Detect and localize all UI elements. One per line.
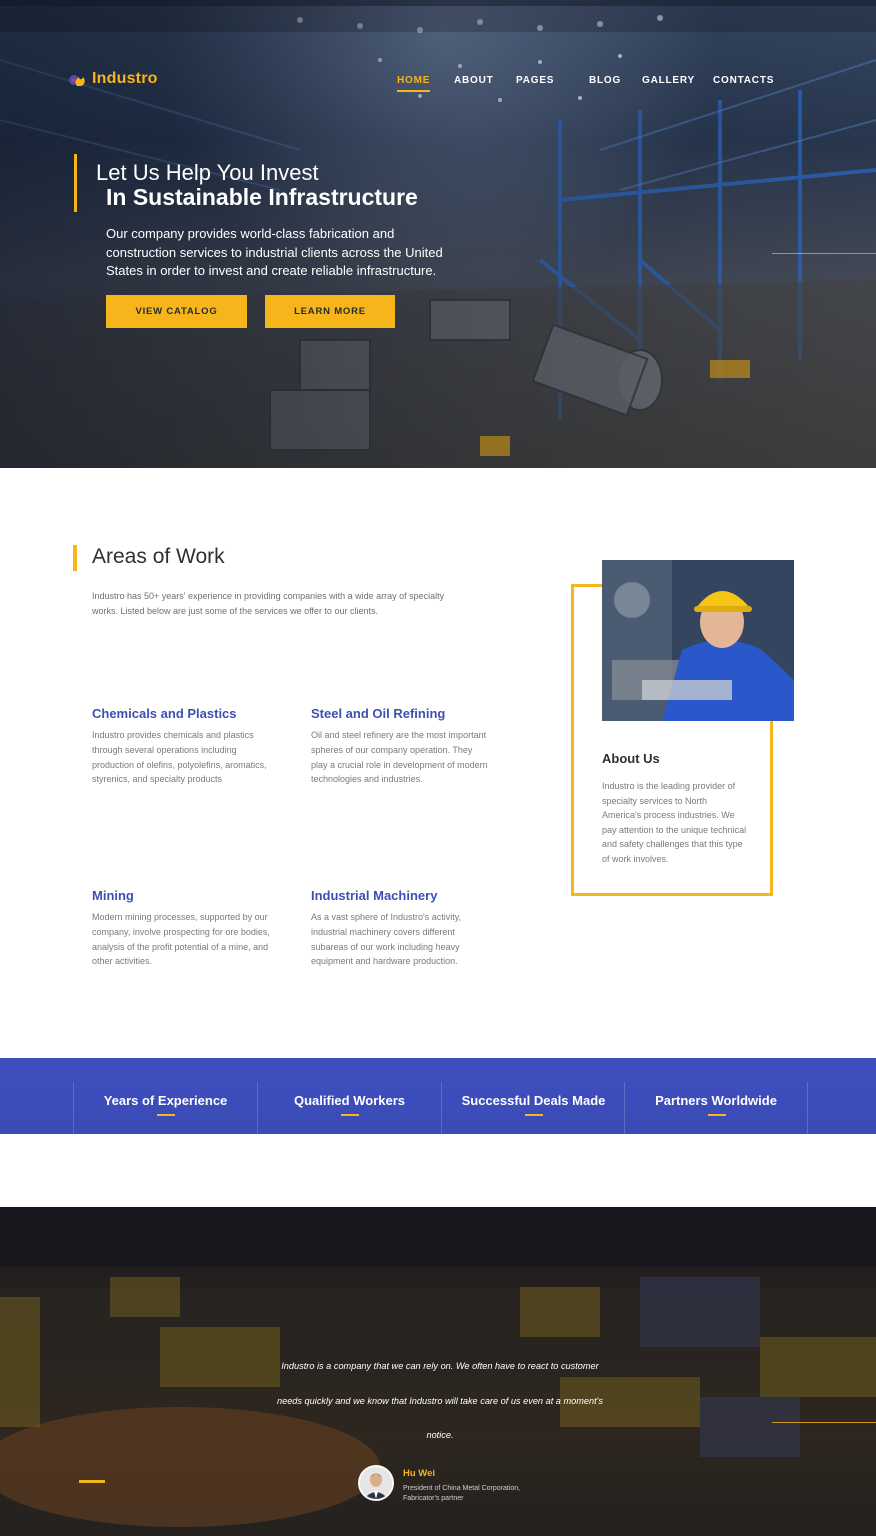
testimonial-decor-line	[772, 1422, 876, 1423]
stat-label: Successful Deals Made	[461, 1093, 606, 1108]
service-machinery: Industrial Machinery As a vast sphere of…	[311, 888, 491, 969]
about-title: About Us	[602, 751, 660, 766]
service-text: Oil and steel refinery are the most impo…	[311, 730, 488, 785]
service-text: As a vast sphere of Industro's activity,…	[311, 912, 462, 967]
service-text: Modern mining processes, supported by ou…	[92, 912, 270, 967]
hero-title-light: Let Us Help You Invest	[96, 160, 319, 185]
stat-accent-bar	[341, 1114, 359, 1116]
areas-title: Areas of Work	[92, 545, 225, 568]
service-title[interactable]: Mining	[92, 888, 272, 903]
stat-label: Years of Experience	[103, 1093, 228, 1108]
nav-active-indicator	[397, 90, 431, 92]
testimonial-section: Industro is a company that we can rely o…	[0, 1207, 876, 1536]
stat-label: Partners Worldwide	[655, 1093, 777, 1108]
nav-home[interactable]: HOME	[397, 75, 431, 92]
hero-description: Our company provides world-class fabrica…	[106, 226, 443, 278]
stats-band: Years of Experience Qualified Workers Su…	[0, 1058, 876, 1134]
author-name: Hu Wei	[403, 1468, 436, 1479]
areas-intro: Industro has 50+ years' experience in pr…	[92, 591, 445, 616]
nav-pages[interactable]: PAGES	[516, 75, 554, 86]
service-chemicals: Chemicals and Plastics Industro provides…	[92, 706, 272, 787]
nav-home-label: HOME	[397, 75, 431, 86]
stat-label: Qualified Workers	[293, 1093, 405, 1108]
hero-decor-line	[772, 253, 876, 254]
nav-gallery[interactable]: GALLERY	[642, 75, 695, 86]
top-strip	[0, 0, 876, 32]
learn-more-button[interactable]: LEARN MORE	[265, 295, 395, 328]
service-title[interactable]: Chemicals and Plastics	[92, 706, 272, 721]
nav-about[interactable]: ABOUT	[454, 75, 494, 86]
stat-workers: Qualified Workers	[257, 1082, 441, 1134]
worker-photo	[602, 560, 794, 721]
testimonial-quote: Industro is a company that we can rely o…	[276, 1361, 604, 1440]
stat-accent-bar	[708, 1114, 726, 1116]
service-title[interactable]: Industrial Machinery	[311, 888, 491, 903]
stat-years: Years of Experience	[73, 1082, 257, 1134]
hero-accent-bar	[74, 154, 77, 212]
hero-section: Industro HOME ABOUT PAGES BLOG GALLERY C…	[0, 0, 876, 468]
stat-accent-bar	[525, 1114, 543, 1116]
areas-accent-bar	[73, 545, 77, 571]
nav-contacts[interactable]: CONTACTS	[713, 75, 774, 86]
nav-blog[interactable]: BLOG	[589, 75, 621, 86]
stat-accent-bar	[157, 1114, 175, 1116]
view-catalog-button[interactable]: VIEW CATALOG	[106, 295, 247, 328]
hero-title-bold: In Sustainable Infrastructure	[106, 184, 418, 210]
service-steel-oil: Steel and Oil Refining Oil and steel ref…	[311, 706, 491, 787]
service-title[interactable]: Steel and Oil Refining	[311, 706, 491, 721]
main-nav: HOME ABOUT PAGES BLOG GALLERY CONTACTS	[0, 75, 876, 95]
service-mining: Mining Modern mining processes, supporte…	[92, 888, 272, 969]
author-role: President of China Metal Corporation, Fa…	[403, 1485, 521, 1502]
stat-partners: Partners Worldwide	[624, 1082, 808, 1134]
service-text: Industro provides chemicals and plastics…	[92, 730, 267, 785]
stat-deals: Successful Deals Made	[441, 1082, 625, 1134]
about-text: Industro is the leading provider of spec…	[602, 781, 747, 864]
testimonial-accent-bar	[79, 1480, 105, 1483]
author-avatar	[358, 1465, 394, 1501]
